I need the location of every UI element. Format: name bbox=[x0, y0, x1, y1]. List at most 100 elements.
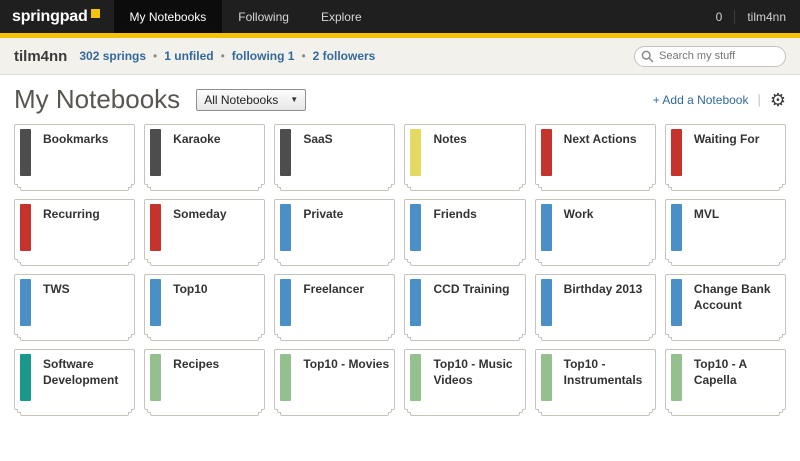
user-menu[interactable]: tilm4nn bbox=[747, 10, 786, 24]
notebook-spine bbox=[280, 279, 292, 326]
gear-icon[interactable]: ⚙ bbox=[770, 91, 786, 109]
bullet-separator: • bbox=[220, 49, 225, 63]
notebook-spine bbox=[150, 129, 162, 176]
notebook-card[interactable]: SaaS bbox=[274, 124, 396, 191]
notebook-title: Someday bbox=[173, 207, 227, 221]
notebook-title: Change Bank Account bbox=[693, 282, 771, 312]
vertical-divider: | bbox=[757, 92, 761, 107]
tab-explore[interactable]: Explore bbox=[305, 0, 378, 33]
notebook-spine bbox=[20, 354, 31, 401]
notebook-title: Top10 - A Capella bbox=[693, 357, 747, 387]
notification-count[interactable]: 0 bbox=[716, 10, 723, 24]
notebook-card[interactable]: Top10 bbox=[144, 274, 266, 341]
tab-label: Following bbox=[238, 9, 289, 24]
notebook-card[interactable]: Freelancer bbox=[274, 274, 396, 341]
add-notebook-button[interactable]: + Add a Notebook bbox=[653, 93, 749, 107]
notebook-card[interactable]: Notes bbox=[404, 124, 526, 191]
notebook-title: Private bbox=[303, 207, 344, 221]
primary-nav: My Notebooks Following Explore bbox=[113, 0, 378, 33]
section-header: My Notebooks All Notebooks ▼ + Add a Not… bbox=[14, 75, 786, 124]
notebook-spine bbox=[410, 129, 422, 176]
topbar-right: 0 tilm4nn bbox=[716, 0, 800, 33]
notebook-title: Notes bbox=[433, 132, 467, 146]
unfiled-link[interactable]: 1 unfiled bbox=[164, 49, 213, 63]
notebook-spine bbox=[670, 204, 682, 251]
notebook-card[interactable]: Top10 - Movies bbox=[274, 349, 396, 416]
notebook-card[interactable]: MVL bbox=[664, 199, 786, 266]
notebook-title: Bookmarks bbox=[43, 132, 109, 146]
notebook-spine bbox=[540, 354, 552, 401]
following-link[interactable]: following 1 bbox=[232, 49, 295, 63]
notebook-card[interactable]: Work bbox=[534, 199, 656, 266]
notebook-spine bbox=[670, 354, 682, 401]
notebook-card[interactable]: Top10 - A Capella bbox=[664, 349, 786, 416]
page: springpad My Notebooks Following Explore… bbox=[0, 0, 800, 461]
notebook-card[interactable]: Recurring bbox=[14, 199, 136, 266]
tab-my-notebooks[interactable]: My Notebooks bbox=[113, 0, 223, 33]
notebook-card[interactable]: Waiting For bbox=[664, 124, 786, 191]
notebook-title: Waiting For bbox=[693, 132, 760, 146]
notebook-title: Software Development bbox=[43, 357, 119, 387]
notebook-card[interactable]: Friends bbox=[404, 199, 526, 266]
notebook-title: Work bbox=[563, 207, 594, 221]
section-header-actions: + Add a Notebook | ⚙ bbox=[653, 91, 786, 109]
search-input[interactable] bbox=[634, 45, 786, 67]
notebook-title: Freelancer bbox=[303, 282, 365, 296]
notebook-spine bbox=[280, 129, 292, 176]
notebook-spine bbox=[540, 204, 552, 251]
notebook-card[interactable]: Bookmarks bbox=[14, 124, 136, 191]
notebook-spine bbox=[410, 204, 422, 251]
notebook-card[interactable]: Next Actions bbox=[534, 124, 656, 191]
notebook-spine bbox=[20, 129, 31, 176]
notebook-spine bbox=[20, 204, 31, 251]
top-header: springpad My Notebooks Following Explore… bbox=[0, 0, 800, 33]
notebook-title: Top10 bbox=[173, 282, 208, 296]
notebook-title: SaaS bbox=[303, 132, 333, 146]
notebook-spine bbox=[670, 279, 682, 326]
topbar-divider bbox=[734, 9, 736, 24]
bullet-separator: • bbox=[301, 49, 306, 63]
bullet-separator: • bbox=[153, 49, 158, 63]
logo-text: springpad bbox=[12, 7, 88, 25]
notebook-title: Karaoke bbox=[173, 132, 221, 146]
followers-link[interactable]: 2 followers bbox=[313, 49, 376, 63]
logo-mark-icon bbox=[90, 9, 100, 18]
notebook-spine bbox=[150, 279, 162, 326]
notebook-spine bbox=[540, 129, 552, 176]
notebook-spine bbox=[150, 354, 162, 401]
notebook-filter-dropdown[interactable]: All Notebooks ▼ bbox=[196, 88, 307, 111]
notebook-spine bbox=[410, 354, 422, 401]
notebook-card[interactable]: CCD Training bbox=[404, 274, 526, 341]
notebook-title: Birthday 2013 bbox=[563, 282, 643, 296]
chevron-down-icon: ▼ bbox=[290, 95, 299, 104]
notebook-title: Friends bbox=[433, 207, 477, 221]
notebook-title: Top10 - Music Videos bbox=[433, 357, 513, 387]
notebook-card[interactable]: Top10 - Music Videos bbox=[404, 349, 526, 416]
notebook-title: Recipes bbox=[173, 357, 220, 371]
notebook-card[interactable]: Software Development bbox=[14, 349, 136, 416]
notebook-title: Top10 - Movies bbox=[303, 357, 390, 371]
tab-label: My Notebooks bbox=[129, 9, 207, 24]
springs-count-link[interactable]: 302 springs bbox=[79, 49, 146, 63]
notebook-title: Next Actions bbox=[563, 132, 637, 146]
notebook-spine bbox=[280, 354, 292, 401]
notebook-card[interactable]: Karaoke bbox=[144, 124, 266, 191]
springpad-logo[interactable]: springpad bbox=[0, 0, 114, 33]
tab-following[interactable]: Following bbox=[222, 0, 305, 33]
page-title: My Notebooks bbox=[14, 84, 181, 114]
notebook-card[interactable]: Top10 - Instrumentals bbox=[534, 349, 656, 416]
notebook-spine bbox=[150, 204, 162, 251]
notebook-card[interactable]: Recipes bbox=[144, 349, 266, 416]
notebook-spine bbox=[670, 129, 682, 176]
notebook-card[interactable]: Change Bank Account bbox=[664, 274, 786, 341]
notebook-spine bbox=[540, 279, 552, 326]
notebook-spine bbox=[280, 204, 292, 251]
notebook-card[interactable]: TWS bbox=[14, 274, 136, 341]
notebook-title: CCD Training bbox=[433, 282, 510, 296]
notebook-card[interactable]: Someday bbox=[144, 199, 266, 266]
notebook-card[interactable]: Birthday 2013 bbox=[534, 274, 656, 341]
user-stats-bar: tilm4nn 302 springs • 1 unfiled • follow… bbox=[0, 38, 800, 75]
notebook-card[interactable]: Private bbox=[274, 199, 396, 266]
username-label: tilm4nn bbox=[14, 47, 68, 65]
notebook-spine bbox=[410, 279, 422, 326]
